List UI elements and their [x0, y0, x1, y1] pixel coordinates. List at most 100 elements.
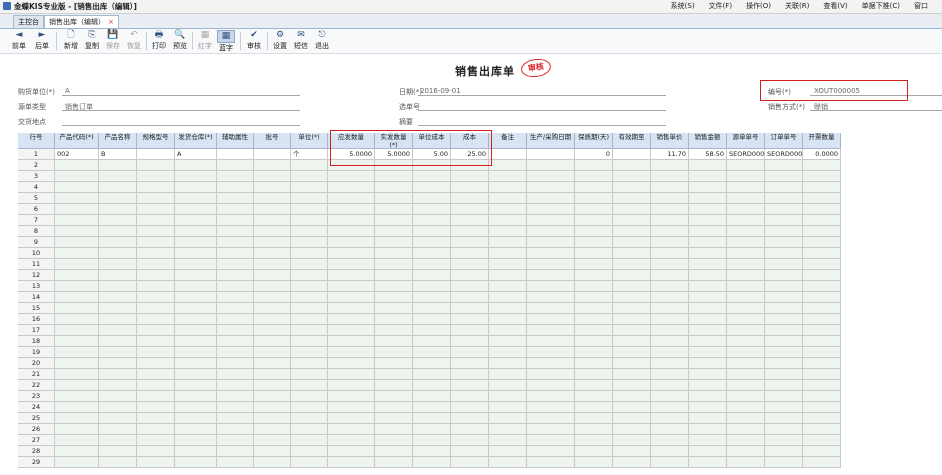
grid-cell[interactable] [765, 435, 803, 446]
grid-cell[interactable] [651, 281, 689, 292]
grid-cell[interactable] [137, 336, 175, 347]
grid-cell[interactable] [803, 237, 841, 248]
grid-cell[interactable] [613, 369, 651, 380]
grid-cell[interactable] [175, 259, 217, 270]
grid-cell[interactable] [328, 314, 375, 325]
grid-cell[interactable] [291, 215, 328, 226]
grid-cell[interactable] [765, 380, 803, 391]
grid-cell[interactable] [451, 446, 489, 457]
grid-cell[interactable] [254, 259, 291, 270]
grid-cell[interactable] [689, 270, 727, 281]
grid-cell[interactable] [727, 281, 765, 292]
grid-cell[interactable] [765, 325, 803, 336]
grid-cell[interactable] [727, 369, 765, 380]
grid-cell[interactable] [689, 215, 727, 226]
grid-cell[interactable] [803, 424, 841, 435]
grid-cell[interactable] [375, 391, 413, 402]
red-invoice-button[interactable]: ▦ 红字 [196, 30, 214, 51]
grid-cell[interactable] [803, 303, 841, 314]
grid-cell[interactable] [575, 325, 613, 336]
grid-cell[interactable] [613, 391, 651, 402]
grid-cell[interactable] [328, 237, 375, 248]
grid-cell[interactable] [613, 237, 651, 248]
cell-source-no[interactable]: SEORD000003 [727, 149, 765, 160]
grid-cell[interactable] [527, 248, 575, 259]
grid-cell[interactable] [727, 325, 765, 336]
grid-cell[interactable] [254, 303, 291, 314]
cell-batch[interactable] [254, 149, 291, 160]
grid-cell[interactable] [217, 380, 254, 391]
grid-cell[interactable] [291, 336, 328, 347]
grid-cell[interactable] [328, 215, 375, 226]
grid-cell[interactable] [291, 171, 328, 182]
grid-cell[interactable] [217, 325, 254, 336]
grid-cell[interactable] [803, 457, 841, 468]
grid-cell[interactable] [291, 358, 328, 369]
grid-cell[interactable] [765, 314, 803, 325]
grid-cell[interactable] [765, 226, 803, 237]
grid-cell[interactable] [175, 237, 217, 248]
restore-button[interactable]: ↶ 恢复 [125, 30, 143, 51]
grid-cell[interactable] [328, 292, 375, 303]
grid-cell[interactable] [217, 424, 254, 435]
grid-cell[interactable] [803, 259, 841, 270]
grid-cell[interactable] [328, 369, 375, 380]
grid-cell[interactable] [651, 160, 689, 171]
tab-main-console[interactable]: 主控台 [13, 15, 44, 28]
grid-cell[interactable] [375, 303, 413, 314]
grid-cell[interactable] [254, 325, 291, 336]
grid-cell[interactable] [137, 171, 175, 182]
grid-cell[interactable] [254, 347, 291, 358]
grid-cell[interactable] [291, 457, 328, 468]
grid-cell[interactable] [489, 336, 527, 347]
grid-cell[interactable] [527, 457, 575, 468]
grid-cell[interactable] [689, 336, 727, 347]
grid-cell[interactable] [254, 160, 291, 171]
grid-cell[interactable] [689, 358, 727, 369]
grid-cell[interactable] [254, 281, 291, 292]
grid-cell[interactable] [55, 336, 99, 347]
grid-cell[interactable] [527, 402, 575, 413]
grid-cell[interactable] [55, 193, 99, 204]
grid-cell[interactable] [527, 292, 575, 303]
grid-cell[interactable] [613, 457, 651, 468]
preview-button[interactable]: 🔍 预览 [171, 30, 189, 51]
grid-cell[interactable] [451, 171, 489, 182]
grid-cell[interactable] [527, 325, 575, 336]
grid-cell[interactable] [489, 193, 527, 204]
grid-cell[interactable] [451, 292, 489, 303]
cell-warehouse[interactable]: A [175, 149, 217, 160]
grid-cell[interactable] [413, 380, 451, 391]
grid-cell[interactable] [765, 259, 803, 270]
grid-cell[interactable] [254, 314, 291, 325]
grid-cell[interactable] [527, 347, 575, 358]
grid-cell[interactable] [413, 435, 451, 446]
grid-cell[interactable] [375, 237, 413, 248]
grid-cell[interactable] [375, 248, 413, 259]
grid-cell[interactable] [375, 292, 413, 303]
grid-cell[interactable] [451, 435, 489, 446]
grid-cell[interactable] [727, 391, 765, 402]
grid-cell[interactable] [803, 226, 841, 237]
grid-cell[interactable] [575, 380, 613, 391]
grid-cell[interactable] [451, 215, 489, 226]
cell-product-code[interactable]: 002 [55, 149, 99, 160]
menu-file[interactable]: 文件(F) [709, 1, 733, 11]
grid-cell[interactable] [651, 204, 689, 215]
grid-cell[interactable] [413, 226, 451, 237]
grid-cell[interactable] [727, 314, 765, 325]
grid-cell[interactable] [217, 435, 254, 446]
grid-cell[interactable] [217, 182, 254, 193]
grid-cell[interactable] [137, 270, 175, 281]
grid-cell[interactable] [727, 303, 765, 314]
grid-cell[interactable] [765, 402, 803, 413]
grid-cell[interactable] [217, 457, 254, 468]
cell-prod-date[interactable] [527, 149, 575, 160]
grid-cell[interactable] [375, 369, 413, 380]
grid-cell[interactable] [175, 325, 217, 336]
grid-cell[interactable] [254, 237, 291, 248]
grid-cell[interactable] [291, 248, 328, 259]
grid-cell[interactable] [727, 171, 765, 182]
grid-cell[interactable] [413, 248, 451, 259]
summary-field[interactable] [418, 125, 666, 126]
